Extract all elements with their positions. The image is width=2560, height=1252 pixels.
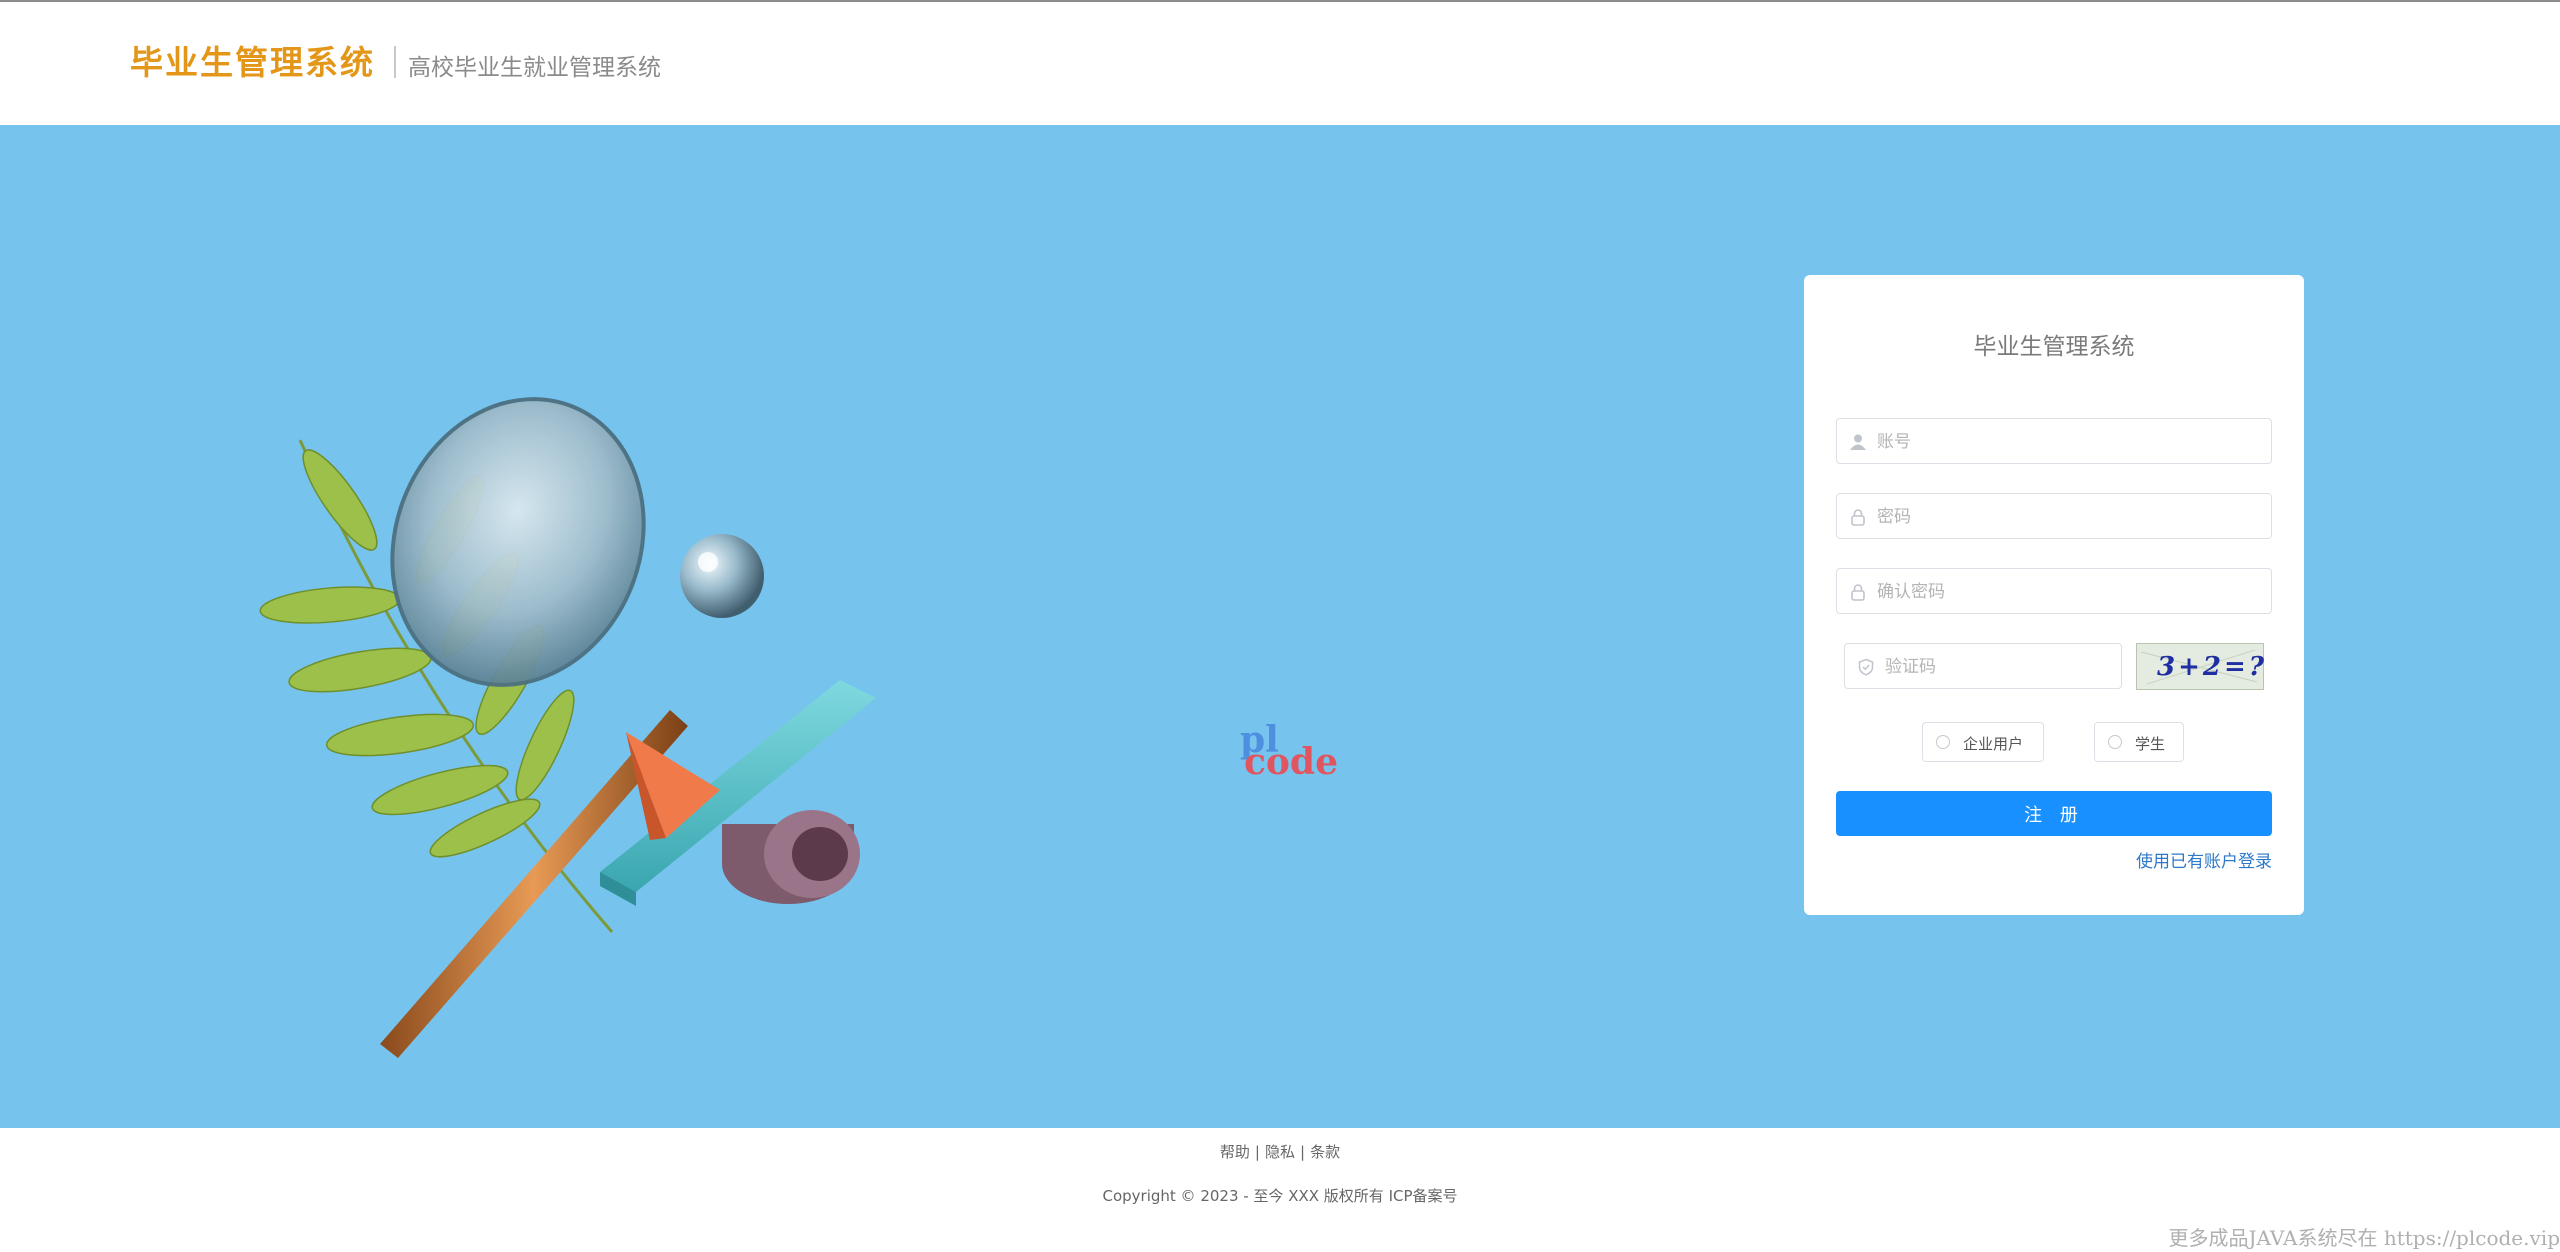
decorative-illustration [259, 397, 876, 1058]
register-card: 毕业生管理系统 账号 验证码 3+2=? 企业用户 学生 注 册 使用已有账户登… [1804, 275, 2304, 915]
user-icon [1850, 434, 1866, 450]
confirm-password-input[interactable] [1875, 569, 2259, 615]
logo-bottom-text: code [1244, 741, 1339, 783]
lock-icon [1851, 509, 1865, 526]
lock-icon [1851, 584, 1865, 601]
login-link[interactable]: 使用已有账户登录 [2136, 847, 2272, 872]
footer-separator: | [1254, 1143, 1260, 1161]
help-link[interactable]: 帮助 [1220, 1143, 1250, 1161]
privacy-link[interactable]: 隐私 [1265, 1143, 1295, 1161]
role-label: 学生 [2135, 735, 2166, 753]
role-option-company[interactable]: 企业用户 [1922, 722, 2044, 762]
header-divider [394, 46, 396, 78]
captcha-input[interactable] [1883, 644, 2107, 690]
account-field[interactable] [1836, 418, 2272, 465]
password-field[interactable] [1836, 493, 2272, 540]
radio-circle-icon [1936, 735, 1950, 749]
hero-banner: pl code 毕业生管理系统 账号 验证码 3+2=? 企业用户 学生 注 册… [0, 125, 2560, 1128]
site-watermark: 更多成品JAVA系统尽在 https://plcode.vip [2168, 1226, 2560, 1250]
password-input[interactable] [1875, 494, 2259, 540]
terms-link[interactable]: 条款 [1310, 1143, 1340, 1161]
brand-title[interactable]: 毕业生管理系统 [130, 36, 375, 84]
footer-separator: | [1300, 1143, 1306, 1161]
role-label: 企业用户 [1963, 735, 2024, 753]
radio-circle-icon [2108, 735, 2122, 749]
confirm-password-field[interactable] [1836, 568, 2272, 615]
copyright: Copyright © 2023 - 至今 XXX 版权所有 ICP备案号 [1102, 1187, 1458, 1205]
captcha-field[interactable] [1844, 643, 2122, 690]
role-option-student[interactable]: 学生 [2094, 722, 2184, 762]
shield-icon [1858, 658, 1874, 676]
plcode-logo: pl code [1236, 719, 1339, 787]
brand-subtitle: 高校毕业生就业管理系统 [408, 55, 661, 81]
site-header: 毕业生管理系统 高校毕业生就业管理系统 [0, 2, 2560, 125]
register-button[interactable]: 注 册 [1836, 791, 2272, 836]
account-input[interactable] [1875, 419, 2259, 465]
form-title: 毕业生管理系统 [1973, 334, 2135, 360]
footer-links: 帮助 | 隐私 | 条款 [0, 1141, 2560, 1162]
captcha-text: 3+2=? [2157, 652, 2267, 682]
captcha-image[interactable]: 3+2=? [2136, 643, 2264, 690]
